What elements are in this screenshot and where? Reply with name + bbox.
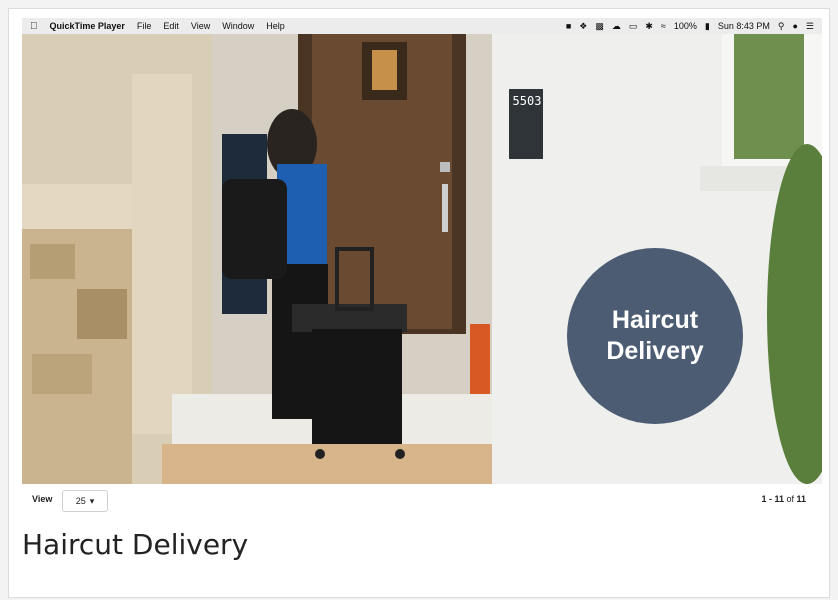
pagination-status: 1 - 11 of 11	[761, 494, 806, 504]
video-frame	[22, 34, 822, 484]
menu-help[interactable]: Help	[266, 21, 285, 31]
app-name-menu[interactable]: QuickTime Player	[50, 21, 125, 31]
menu-view[interactable]: View	[191, 21, 210, 31]
menu-bar:  QuickTime Player File Edit View Window…	[22, 18, 822, 34]
wifi-icon[interactable]: ≈	[661, 21, 666, 31]
apple-logo-icon[interactable]: 	[30, 21, 38, 32]
chevron-down-icon: ▾	[89, 495, 95, 506]
search-icon[interactable]: ⚲	[778, 21, 785, 32]
drive-icon[interactable]: ▩	[595, 21, 604, 32]
per-page-value: 25	[75, 496, 86, 506]
video-caption: Haircut Delivery	[22, 528, 249, 561]
bluetooth-icon[interactable]: ✱	[645, 21, 653, 32]
status-icon[interactable]: ■	[566, 21, 571, 31]
pager-of: of	[783, 494, 797, 504]
overlay-badge: Haircut Delivery	[567, 248, 743, 424]
menu-file[interactable]: File	[137, 21, 152, 31]
airplay-icon[interactable]: ▭	[629, 21, 638, 32]
overlay-text-line2: Delivery	[606, 337, 704, 365]
view-label: View	[32, 494, 53, 504]
menu-window[interactable]: Window	[222, 21, 254, 31]
pager-range: 1 - 11	[761, 494, 784, 504]
battery-percent[interactable]: 100%	[674, 21, 697, 31]
siri-icon[interactable]: ●	[792, 21, 797, 31]
cloud-icon[interactable]: ☁	[612, 21, 621, 32]
clock[interactable]: Sun 8:43 PM	[718, 21, 770, 31]
house-number-sign: 5503	[512, 94, 542, 108]
per-page-select[interactable]: 25 ▾	[62, 490, 108, 512]
video-player[interactable]: 5503 Haircut Delivery	[22, 34, 822, 484]
menu-edit[interactable]: Edit	[163, 21, 179, 31]
pager-total: 11	[796, 494, 806, 504]
battery-icon[interactable]: ▮	[705, 21, 710, 32]
overlay-text-line1: Haircut	[611, 306, 699, 334]
gallery-controls: View 25 ▾ 1 - 11 of 11	[22, 488, 822, 514]
dropbox-icon[interactable]: ❖	[579, 21, 587, 32]
list-icon[interactable]: ☰	[806, 21, 814, 32]
